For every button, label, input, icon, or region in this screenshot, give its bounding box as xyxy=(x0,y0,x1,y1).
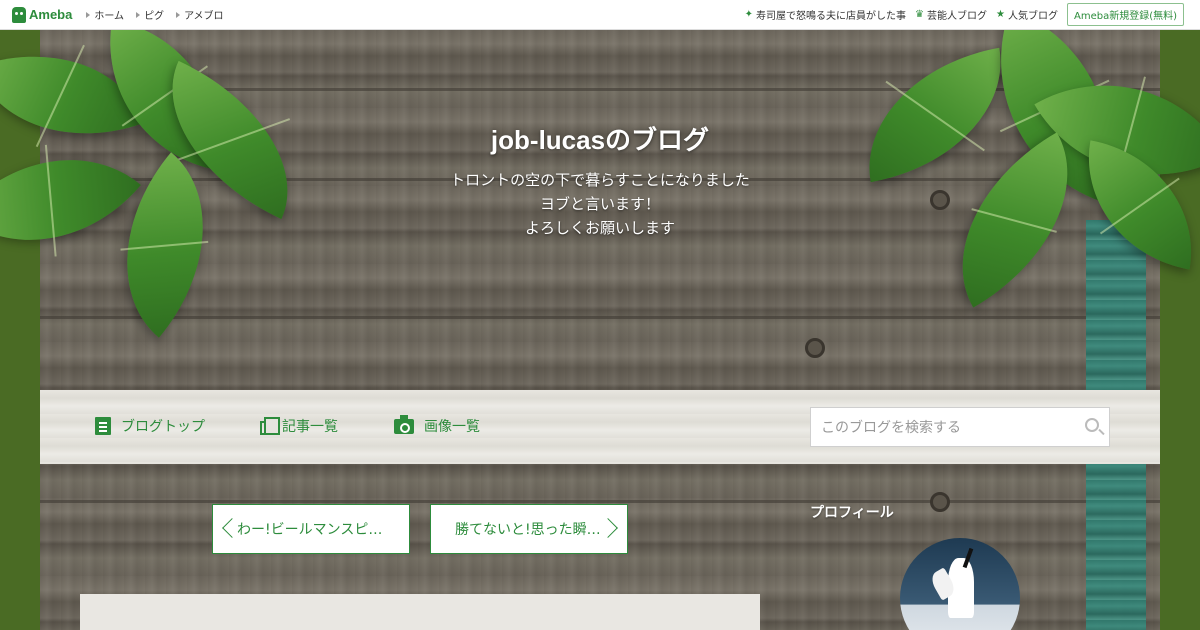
ameba-logo-icon xyxy=(12,6,26,23)
copy-icon xyxy=(260,417,280,435)
ameba-logo-text: Ameba xyxy=(29,7,73,22)
search-placeholder: このブログを検索する xyxy=(821,420,961,436)
popular-blog-link[interactable]: ★ 人気ブログ xyxy=(996,7,1058,22)
crown-icon: ★ xyxy=(996,9,1005,20)
header-right-links: ✦ 寿司屋で怒鳴る夫に店員がした事 ♛ 芸能人ブログ ★ 人気ブログ Ameba… xyxy=(745,3,1200,26)
nav-item-label: 記事一覧 xyxy=(282,419,338,435)
description-line: よろしくお願いします xyxy=(524,219,675,237)
prev-article-title: わー!ビールマンスピ… xyxy=(237,522,383,538)
article-card xyxy=(80,594,760,630)
caret-right-icon xyxy=(176,11,181,18)
plank-divider xyxy=(40,316,1160,319)
caret-right-icon xyxy=(86,11,91,18)
next-article-button[interactable]: 勝てないと!思った瞬… xyxy=(430,504,628,554)
global-header: Ameba ホーム ピグ アメブロ ✦ 寿司屋で怒鳴る夫に店員がした事 ♛ 芸能… xyxy=(0,0,1200,30)
camera-icon xyxy=(394,414,414,434)
nav-link-pigg[interactable]: ピグ xyxy=(136,7,164,22)
caret-right-icon xyxy=(136,11,141,18)
wood-knot xyxy=(805,338,825,358)
document-icon xyxy=(95,417,111,435)
link-label: 芸能人ブログ xyxy=(927,11,988,22)
nav-blog-top[interactable]: ブログトップ xyxy=(95,416,205,436)
profile-heading: プロフィール xyxy=(810,505,894,521)
nav-article-list[interactable]: 記事一覧 xyxy=(260,416,338,436)
sparkle-icon: ✦ xyxy=(744,9,754,20)
nav-link-home[interactable]: ホーム xyxy=(86,7,124,22)
nav-item-label: 画像一覧 xyxy=(424,419,480,435)
next-article-title: 勝てないと!思った瞬… xyxy=(455,522,601,538)
chevron-right-icon xyxy=(598,518,618,538)
nav-image-list[interactable]: 画像一覧 xyxy=(394,414,480,436)
nav-link-label: アメブロ xyxy=(184,11,224,22)
crane-image xyxy=(948,558,974,618)
link-label: 寿司屋で怒鳴る夫に店員がした事 xyxy=(756,11,907,22)
nav-item-label: ブログトップ xyxy=(121,419,205,435)
prev-article-button[interactable]: わー!ビールマンスピ… xyxy=(212,504,410,554)
description-line: ヨブと言います！ xyxy=(539,195,660,213)
link-label: 人気ブログ xyxy=(1007,11,1058,22)
blog-description: トロントの空の下で暮らすことになりました ヨブと言います！ よろしくお願いします xyxy=(0,168,1200,240)
nav-link-ameblo[interactable]: アメブロ xyxy=(176,7,224,22)
crown-icon: ♛ xyxy=(915,9,925,20)
search-icon[interactable] xyxy=(1085,418,1099,432)
ameba-logo[interactable]: Ameba xyxy=(12,6,73,23)
trending-article-link[interactable]: ✦ 寿司屋で怒鳴る夫に店員がした事 xyxy=(745,7,906,22)
signup-button[interactable]: Ameba新規登録(無料) xyxy=(1066,3,1184,26)
nav-link-label: ホーム xyxy=(94,11,125,22)
blog-search-input[interactable]: このブログを検索する xyxy=(810,407,1110,447)
description-line: トロントの空の下で暮らすことになりました xyxy=(450,171,750,189)
blog-title[interactable]: job-lucasのブログ xyxy=(0,120,1200,157)
celebrity-blog-link[interactable]: ♛ 芸能人ブログ xyxy=(915,7,987,22)
wood-knot xyxy=(930,492,950,512)
nav-link-label: ピグ xyxy=(144,11,165,22)
plank-divider xyxy=(40,500,1160,503)
